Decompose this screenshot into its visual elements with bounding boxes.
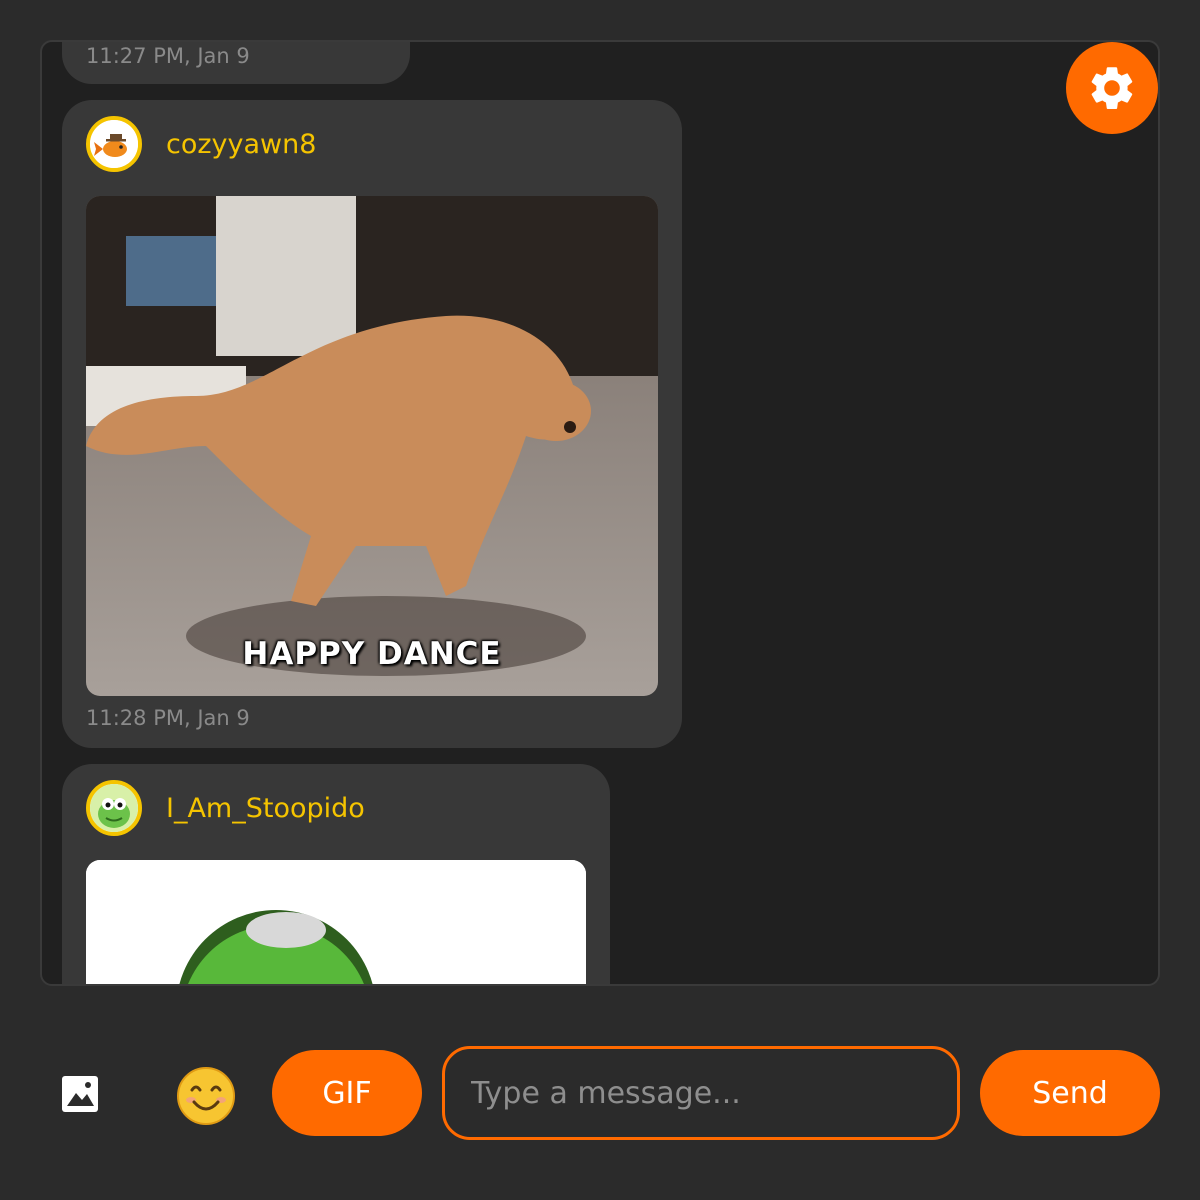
message-timestamp: 11:28 PM, Jan 9 xyxy=(86,706,250,730)
dancing-dog-gif xyxy=(86,196,658,696)
emoji-button[interactable] xyxy=(174,1064,238,1128)
gif-button[interactable]: GIF xyxy=(272,1050,422,1136)
message-bubble: cozyyawn8 HAPPY DANCE 11:28 PM, Jan 9 xyxy=(62,100,682,748)
chat-panel[interactable]: 11:27 PM, Jan 9 cozyyawn8 HAPPY DANCE 11… xyxy=(40,40,1160,986)
gif-caption: HAPPY DANCE xyxy=(242,636,502,672)
settings-button[interactable] xyxy=(1066,42,1158,134)
message-input[interactable] xyxy=(442,1046,960,1140)
username[interactable]: cozyyawn8 xyxy=(166,129,316,160)
message-bubble: 11:27 PM, Jan 9 xyxy=(62,42,410,84)
image-icon xyxy=(62,1076,98,1112)
message-header: I_Am_Stoopido xyxy=(86,780,365,836)
smiley-face-icon xyxy=(177,1067,235,1125)
avatar[interactable] xyxy=(86,780,142,836)
send-button[interactable]: Send xyxy=(980,1050,1160,1136)
goldfish-avatar-icon xyxy=(90,120,138,168)
gear-icon xyxy=(1091,67,1133,109)
message-bubble: I_Am_Stoopido xyxy=(62,764,610,984)
green-frog-gif xyxy=(86,860,586,984)
green-cartoon-avatar-icon xyxy=(90,784,138,832)
gif-media[interactable] xyxy=(86,860,586,984)
image-upload-button[interactable] xyxy=(60,1074,100,1114)
message-header: cozyyawn8 xyxy=(86,116,316,172)
message-timestamp: 11:27 PM, Jan 9 xyxy=(86,44,250,68)
avatar[interactable] xyxy=(86,116,142,172)
gif-media[interactable]: HAPPY DANCE xyxy=(86,196,658,696)
username[interactable]: I_Am_Stoopido xyxy=(166,793,365,824)
